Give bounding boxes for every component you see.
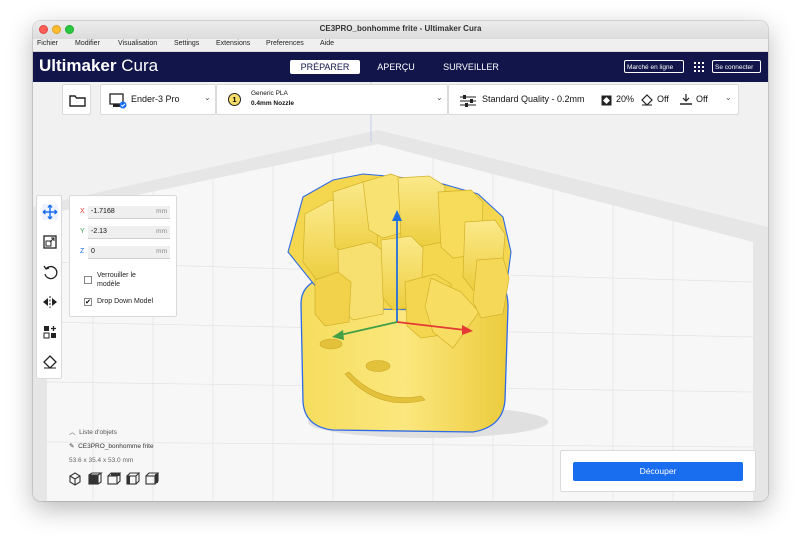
- view-3d-icon: [69, 472, 81, 486]
- sliders-icon: [460, 95, 476, 107]
- menu-modifier[interactable]: Modifier: [75, 40, 100, 47]
- per-model-settings-tool[interactable]: [42, 324, 58, 340]
- logo-light-text: Cura: [116, 56, 159, 75]
- y-axis-label: Y: [80, 228, 85, 235]
- chevron-up-icon: ︿: [69, 429, 76, 436]
- y-position-value[interactable]: -2.13: [91, 228, 107, 235]
- view-left-icon: [126, 472, 141, 485]
- logo-bold-text: Ultimaker: [39, 56, 117, 75]
- lock-model-label-line1: Verrouiller le: [97, 272, 136, 279]
- extruder-badge: 1: [228, 93, 241, 106]
- application-window: CE3PRO_bonhomme frite - Ultimaker Cura F…: [33, 21, 768, 501]
- y-position-field[interactable]: Y -2.13 mm: [80, 226, 170, 239]
- per-model-settings-icon: [43, 326, 56, 339]
- folder-icon: [69, 95, 86, 107]
- tab-monitor[interactable]: SURVEILLER: [438, 60, 504, 74]
- z-position-value[interactable]: 0: [91, 248, 95, 255]
- move-tool[interactable]: [42, 204, 58, 220]
- x-position-field[interactable]: X -1.7168 mm: [80, 206, 170, 219]
- tab-prepare[interactable]: PRÉPARER: [290, 60, 360, 74]
- chevron-down-icon: ⌄: [725, 93, 732, 102]
- move-icon: [42, 204, 58, 220]
- support-blocker-tool[interactable]: [42, 354, 58, 370]
- slice-button[interactable]: Découper: [573, 462, 743, 481]
- support-icon: [641, 94, 653, 106]
- z-position-field[interactable]: Z 0 mm: [80, 246, 170, 259]
- x-unit: mm: [156, 208, 167, 215]
- rotate-tool[interactable]: [42, 264, 58, 280]
- printer-selector[interactable]: Ender-3 Pro ⌄: [100, 84, 216, 115]
- quality-profile: Standard Quality - 0.2mm: [482, 94, 585, 104]
- object-dimensions: 53.6 x 35.4 x 53.0 mm: [69, 457, 134, 464]
- edit-icon: ✎: [69, 443, 75, 450]
- x-position-value[interactable]: -1.7168: [91, 208, 115, 215]
- chevron-down-icon: ⌄: [204, 93, 211, 102]
- print-settings-selector[interactable]: Standard Quality - 0.2mm 20% Off Off ⌄: [448, 84, 739, 115]
- header-bar: Ultimaker Cura PRÉPARER APERÇU SURVEILLE…: [33, 52, 768, 82]
- menu-fichier[interactable]: Fichier: [37, 40, 58, 47]
- view-orientation-buttons[interactable]: [69, 472, 159, 486]
- printer-name: Ender-3 Pro: [131, 94, 180, 104]
- menu-preferences[interactable]: Preferences: [266, 40, 304, 47]
- z-unit: mm: [156, 248, 167, 255]
- nozzle-size: 0.4mm Nozzle: [251, 100, 294, 107]
- grid-icon[interactable]: [694, 62, 704, 72]
- lock-model-checkbox[interactable]: [84, 276, 92, 284]
- rotate-icon: [43, 265, 58, 280]
- printer-icon: [109, 93, 127, 109]
- login-button[interactable]: Se connecter: [712, 60, 761, 73]
- mirror-tool[interactable]: [42, 294, 58, 310]
- tab-preview[interactable]: APERÇU: [371, 60, 421, 74]
- marketplace-button[interactable]: Marché en ligne: [624, 60, 684, 73]
- mirror-icon: [43, 296, 57, 308]
- object-list-title: Liste d'objets: [79, 429, 117, 436]
- scale-icon: [43, 235, 57, 249]
- drop-down-model-label: Drop Down Model: [97, 298, 154, 305]
- support-value: Off: [657, 94, 669, 104]
- menu-bar: Fichier Modifier Visualisation Settings …: [33, 39, 768, 52]
- support-blocker-icon: [43, 355, 57, 369]
- menu-extensions[interactable]: Extensions: [216, 40, 250, 47]
- material-selector[interactable]: 1 Generic PLA 0.4mm Nozzle ⌄: [216, 84, 448, 115]
- adhesion-icon: [680, 94, 692, 105]
- infill-icon: [601, 95, 612, 106]
- lock-model-label: Verrouiller le modèle: [97, 271, 136, 289]
- open-file-button[interactable]: [62, 84, 91, 115]
- x-axis-label: X: [80, 208, 85, 215]
- chevron-down-icon: ⌄: [436, 93, 443, 102]
- tool-panel: [36, 195, 62, 379]
- object-list-item[interactable]: ✎ CE3PRO_bonhomme frite: [69, 442, 154, 450]
- infill-value: 20%: [616, 94, 635, 104]
- object-list-header[interactable]: ︿ Liste d'objets: [69, 426, 117, 436]
- app-logo: Ultimaker Cura: [39, 56, 158, 76]
- lock-model-label-line2: modèle: [97, 281, 120, 288]
- window-title: CE3PRO_bonhomme frite - Ultimaker Cura: [319, 24, 482, 33]
- title-bar: CE3PRO_bonhomme frite - Ultimaker Cura: [33, 21, 768, 39]
- material-name: Generic PLA: [251, 90, 288, 97]
- y-unit: mm: [156, 228, 167, 235]
- view-front-icon: [88, 472, 103, 485]
- view-top-icon: [107, 472, 122, 485]
- slice-panel: Découper: [560, 450, 756, 492]
- menu-aide[interactable]: Aide: [320, 40, 334, 47]
- menu-visualisation[interactable]: Visualisation: [118, 40, 157, 47]
- move-settings-panel: X -1.7168 mm Y -2.13 mm Z 0 mm Verrouiller …: [69, 195, 177, 317]
- z-axis-label: Z: [80, 248, 85, 255]
- scale-tool[interactable]: [42, 234, 58, 250]
- drop-down-model-checkbox[interactable]: ✔: [84, 298, 92, 306]
- adhesion-value: Off: [696, 94, 708, 104]
- object-name: CE3PRO_bonhomme frite: [78, 443, 154, 450]
- view-right-icon: [145, 472, 159, 485]
- menu-settings[interactable]: Settings: [174, 40, 199, 47]
